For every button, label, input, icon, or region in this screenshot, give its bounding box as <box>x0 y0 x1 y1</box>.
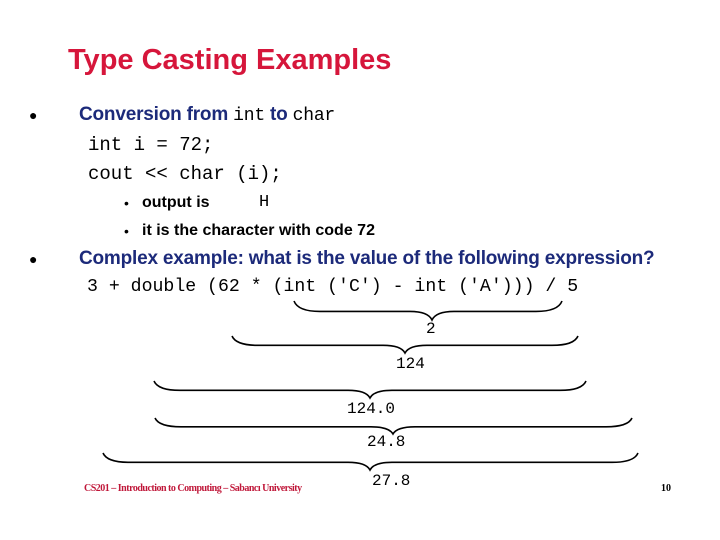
step-result: 124 <box>396 355 425 373</box>
step-result: 2 <box>426 320 436 338</box>
slide: Type Casting Examples ● Conversion from … <box>0 0 720 540</box>
brace-step-3 <box>153 380 587 400</box>
brace-step-2 <box>231 335 579 355</box>
brace-step-1 <box>293 300 563 322</box>
step-result: 124.0 <box>347 400 396 418</box>
brace-step-4 <box>154 417 633 436</box>
evaluation-braces <box>102 300 639 472</box>
page-number: 10 <box>661 483 671 494</box>
footer-course: CS201 – Introduction to Computing – Saba… <box>84 483 302 494</box>
step-result: 27.8 <box>372 472 411 490</box>
brace-step-5 <box>102 452 639 472</box>
step-result: 24.8 <box>367 433 406 451</box>
